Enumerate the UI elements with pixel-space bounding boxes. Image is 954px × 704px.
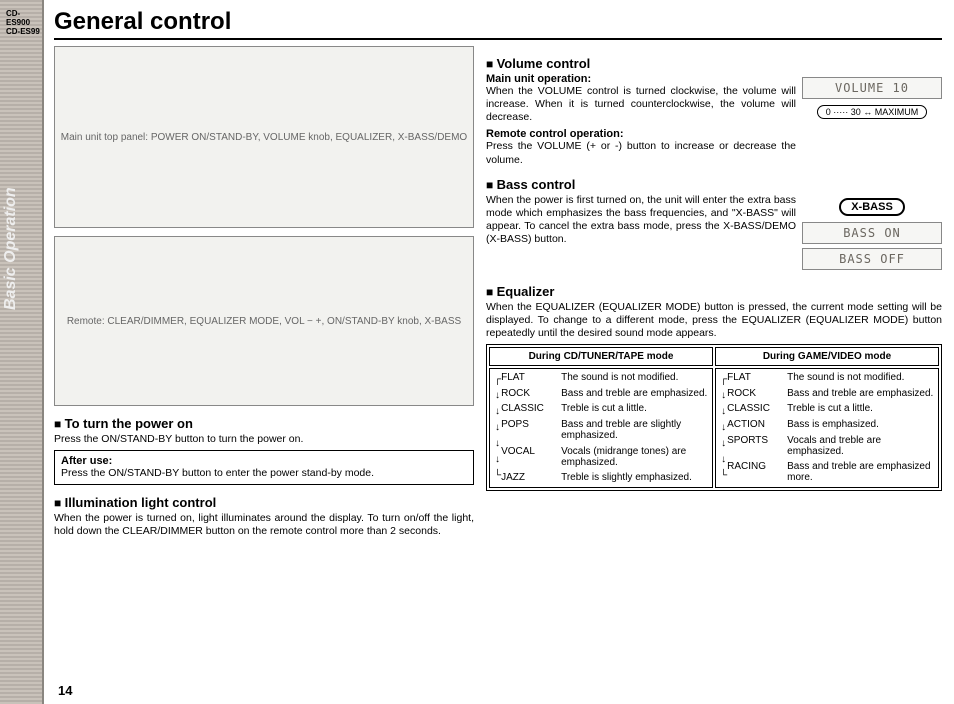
model-tag: CD-ES900 CD-ES99 — [6, 10, 42, 36]
side-label: Basic Operation — [2, 187, 20, 310]
eq-mode: RACING — [727, 461, 783, 484]
eq-desc: Vocals and treble are emphasized. — [787, 435, 934, 458]
eq-desc: Bass and treble are emphasized. — [787, 388, 934, 400]
eq-desc: Bass and treble are emphasized more. — [787, 461, 934, 484]
heading-equalizer: Equalizer — [486, 284, 942, 299]
right-column: Volume control Main unit operation: When… — [486, 46, 942, 539]
page-title: General control — [54, 8, 942, 40]
eq-list-a: FLAT The sound is not modified. ROCK Bass a… — [501, 372, 708, 484]
eq-arrow-col-a: ┌↓↓↓↓↓└ — [494, 372, 501, 484]
eq-mode: ROCK — [501, 388, 557, 400]
eq-arrow-col-b: ┌↓↓↓↓↓└ — [720, 372, 727, 484]
eq-mode: POPS — [501, 419, 557, 442]
eq-desc: The sound is not modified. — [561, 372, 708, 384]
side-strip: CD-ES900 CD-ES99 Basic Operation — [0, 0, 44, 704]
label-after-use: After use: — [61, 455, 112, 467]
label-remote-op: Remote control operation: — [486, 128, 796, 140]
eq-list-b: FLAT The sound is not modified. ROCK Bass a… — [727, 372, 934, 484]
eq-desc: Bass and treble are emphasized. — [561, 388, 708, 400]
diagram-main-unit-summary: Main unit top panel: POWER ON/STAND-BY, … — [61, 132, 467, 143]
after-use-box: After use: Press the ON/STAND-BY button … — [54, 450, 474, 485]
heading-bass: Bass control — [486, 177, 942, 192]
heading-power-on: To turn the power on — [54, 416, 474, 431]
eq-desc: The sound is not modified. — [787, 372, 934, 384]
label-main-op: Main unit operation: — [486, 73, 796, 85]
eq-mode: VOCAL — [501, 446, 557, 469]
eq-mode: FLAT — [501, 372, 557, 384]
eq-col-head-2: During GAME/VIDEO mode — [715, 347, 939, 366]
eq-cell-b: ┌↓↓↓↓↓└ FLAT The sound is not modified. RO… — [715, 368, 939, 488]
volume-row: Main unit operation: When the VOLUME con… — [486, 73, 942, 167]
bass-display-block: X-BASS BASS ON BASS OFF — [802, 198, 942, 274]
text-remote-op: Press the VOLUME (+ or -) button to incr… — [486, 140, 796, 166]
diagram-remote: Remote: CLEAR/DIMMER, EQUALIZER MODE, VO… — [54, 236, 474, 406]
eq-desc: Bass is emphasized. — [787, 419, 934, 431]
eq-cell-a: ┌↓↓↓↓↓└ FLAT The sound is not modified. RO… — [489, 368, 713, 488]
page: CD-ES900 CD-ES99 Basic Operation General… — [0, 0, 954, 704]
display-bass-off: BASS OFF — [802, 248, 942, 270]
volume-display-block: VOLUME 10 0 ····· 30 ↔ MAXIMUM — [802, 77, 942, 167]
text-after-use: Press the ON/STAND-BY button to enter th… — [61, 467, 467, 480]
eq-mode: JAZZ — [501, 472, 557, 484]
text-illumination: When the power is turned on, light illum… — [54, 512, 474, 538]
text-bass: When the power is first turned on, the u… — [486, 194, 796, 274]
eq-desc: Treble is slightly emphasized. — [561, 472, 708, 484]
diagram-remote-summary: Remote: CLEAR/DIMMER, EQUALIZER MODE, VO… — [67, 316, 461, 327]
equalizer-table: During CD/TUNER/TAPE mode During GAME/VI… — [486, 344, 942, 491]
eq-mode: ROCK — [727, 388, 783, 400]
eq-mode: FLAT — [727, 372, 783, 384]
text-main-op: When the VOLUME control is turned clockw… — [486, 85, 796, 124]
eq-desc: Treble is cut a little. — [561, 403, 708, 415]
bass-row: When the power is first turned on, the u… — [486, 194, 942, 274]
heading-illumination: Illumination light control — [54, 495, 474, 510]
display-bass-on: BASS ON — [802, 222, 942, 244]
eq-desc: Vocals (midrange tones) are emphasized. — [561, 446, 708, 469]
text-equalizer: When the EQUALIZER (EQUALIZER MODE) butt… — [486, 301, 942, 340]
eq-mode: ACTION — [727, 419, 783, 431]
model-line-2: CD-ES99 — [6, 28, 42, 37]
display-volume: VOLUME 10 — [802, 77, 942, 99]
two-column-layout: Main unit top panel: POWER ON/STAND-BY, … — [54, 46, 942, 539]
eq-mode: SPORTS — [727, 435, 783, 458]
eq-mode: CLASSIC — [727, 403, 783, 415]
eq-desc: Treble is cut a little. — [787, 403, 934, 415]
pill-xbass: X-BASS — [839, 198, 905, 216]
eq-mode: CLASSIC — [501, 403, 557, 415]
model-line-1: CD-ES900 — [6, 10, 42, 28]
content: General control Main unit top panel: POW… — [44, 0, 954, 704]
left-column: Main unit top panel: POWER ON/STAND-BY, … — [54, 46, 474, 539]
heading-volume: Volume control — [486, 56, 942, 71]
eq-desc: Bass and treble are slightly emphasized. — [561, 419, 708, 442]
page-number: 14 — [58, 683, 72, 698]
volume-text-block: Main unit operation: When the VOLUME con… — [486, 73, 796, 167]
diagram-main-unit: Main unit top panel: POWER ON/STAND-BY, … — [54, 46, 474, 228]
text-power-on: Press the ON/STAND-BY button to turn the… — [54, 433, 474, 446]
pill-volume-range: 0 ····· 30 ↔ MAXIMUM — [817, 105, 928, 119]
eq-col-head-1: During CD/TUNER/TAPE mode — [489, 347, 713, 366]
